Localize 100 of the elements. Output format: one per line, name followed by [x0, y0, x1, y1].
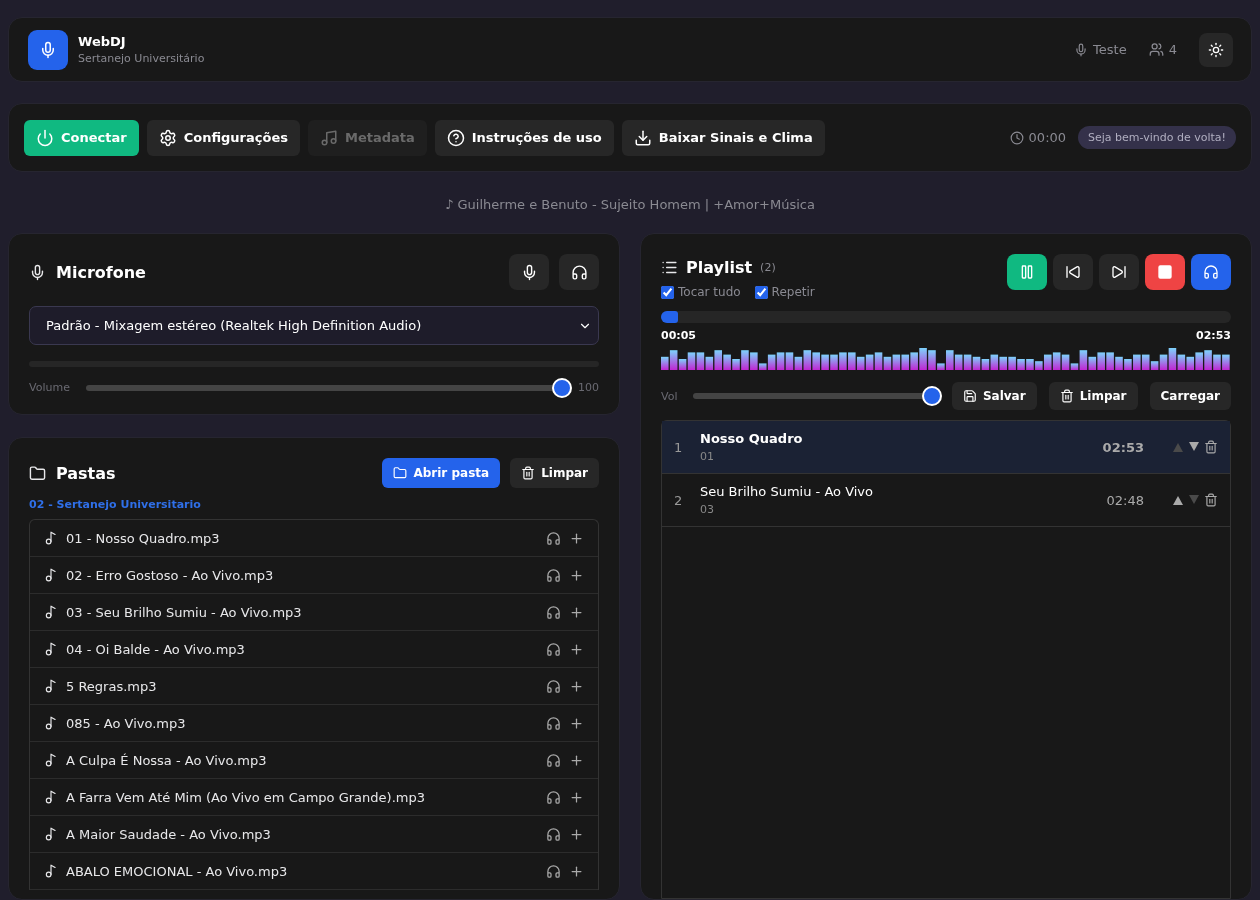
add-icon[interactable]: [569, 641, 584, 657]
open-folder-button[interactable]: Abrir pasta: [382, 458, 501, 488]
app-title: WebDJ: [78, 34, 127, 49]
file-row[interactable]: 01 - Nosso Quadro.mp3: [30, 520, 598, 557]
save-icon: [962, 389, 977, 403]
download-icon: [633, 128, 652, 147]
headphones-icon[interactable]: [546, 863, 561, 879]
theme-toggle-button[interactable]: [1199, 32, 1233, 67]
repeat-checkbox[interactable]: [754, 285, 768, 299]
move-down-button[interactable]: [1188, 441, 1200, 453]
load-button[interactable]: Carregar: [1149, 382, 1231, 410]
music-note-icon: [44, 679, 58, 693]
add-icon[interactable]: [569, 530, 584, 546]
headphones-button[interactable]: [1191, 254, 1231, 290]
track-row[interactable]: 1 Nosso Quadro 01 02:53: [662, 421, 1230, 474]
mic-icon: [29, 263, 46, 281]
headphones-icon[interactable]: [546, 530, 561, 546]
track-row[interactable]: 2 Seu Brilho Sumiu - Ao Vivo 03 02:48: [662, 474, 1230, 527]
clear-button[interactable]: Limpar: [1048, 382, 1138, 410]
mic-button[interactable]: [509, 254, 549, 290]
file-name: A Maior Saudade - Ao Vivo.mp3: [66, 826, 272, 842]
file-row[interactable]: ABALO EMOCIONAL - Ao Vivo.mp3: [30, 853, 598, 890]
add-icon[interactable]: [569, 752, 584, 768]
save-button[interactable]: Salvar: [951, 382, 1037, 410]
add-icon[interactable]: [569, 604, 584, 620]
checkbox-label: Tocar tudo: [678, 285, 741, 299]
power-icon: [36, 128, 54, 147]
timer: 00:00: [1028, 130, 1067, 145]
file-row[interactable]: 085 - Ao Vivo.mp3: [30, 705, 598, 742]
headphones-icon[interactable]: [546, 752, 561, 768]
delete-icon[interactable]: [1204, 440, 1218, 454]
volume-slider-thumb[interactable]: [552, 377, 572, 398]
skip-back-icon: [1065, 264, 1081, 280]
folder-name: 02 - Sertanejo Universitario: [29, 498, 202, 511]
track-duration: 02:53: [1102, 439, 1144, 455]
mic-logo-icon: [28, 29, 68, 70]
file-name: 02 - Erro Gostoso - Ao Vivo.mp3: [66, 567, 275, 583]
clear-button[interactable]: Limpar: [510, 458, 599, 488]
headphones-icon[interactable]: [546, 604, 561, 620]
delete-icon[interactable]: [1204, 493, 1218, 507]
move-up-button[interactable]: [1172, 494, 1184, 506]
file-name: A Farra Vem Até Mim (Ao Vivo em Campo Grande).mp3: [66, 789, 426, 805]
toolbar-button[interactable]: Instruções de uso: [434, 119, 614, 156]
file-row[interactable]: 04 - Oi Balde - Ao Vivo.mp3: [30, 631, 598, 668]
headphones-button[interactable]: [559, 254, 599, 290]
toolbar-button[interactable]: Baixar Sinais e Clima: [621, 119, 825, 156]
add-icon[interactable]: [569, 863, 584, 879]
file-row[interactable]: A Culpa É Nossa - Ao Vivo.mp3: [30, 742, 598, 779]
volume-value: 100: [578, 381, 599, 394]
checkbox-label: Repetir: [771, 285, 815, 299]
list-icon: [661, 259, 678, 276]
add-icon[interactable]: [569, 789, 584, 805]
add-icon[interactable]: [569, 715, 584, 731]
file-row[interactable]: 02 - Erro Gostoso - Ao Vivo.mp3: [30, 557, 598, 594]
stop-button[interactable]: [1145, 254, 1185, 290]
add-icon[interactable]: [569, 826, 584, 842]
previous-button[interactable]: [1053, 254, 1093, 290]
track-number: 1: [674, 439, 682, 455]
next-button[interactable]: [1099, 254, 1139, 290]
folder-icon: [393, 466, 408, 480]
progress-bar[interactable]: [661, 311, 1231, 323]
panel-title: Pastas: [56, 463, 116, 483]
headphones-icon[interactable]: [546, 789, 561, 805]
file-row[interactable]: 5 Regras.mp3: [30, 668, 598, 705]
mic-label: Teste: [1093, 42, 1127, 57]
track-subtitle: 01: [700, 450, 715, 463]
add-icon[interactable]: [569, 567, 584, 583]
folder-icon: [29, 464, 46, 482]
music-note-icon: [44, 716, 58, 730]
headphones-icon: [1203, 264, 1219, 280]
music-note-icon: [44, 531, 58, 545]
panel-title: Microfone: [56, 262, 146, 282]
file-row[interactable]: 03 - Seu Brilho Sumiu - Ao Vivo.mp3: [30, 594, 598, 631]
headphones-icon[interactable]: [546, 678, 561, 694]
headphones-icon[interactable]: [546, 641, 561, 657]
headphones-icon[interactable]: [546, 567, 561, 583]
file-name: 04 - Oi Balde - Ao Vivo.mp3: [66, 641, 246, 657]
music-note-icon: [44, 605, 58, 619]
file-name: 5 Regras.mp3: [66, 678, 158, 694]
now-playing-text: ♪ Guilherme e Benuto - Sujeito Homem | +Amor+Música: [444, 197, 816, 212]
headphones-icon[interactable]: [546, 715, 561, 731]
file-row[interactable]: A Farra Vem Até Mim (Ao Vivo em Campo Grande).mp3: [30, 779, 598, 816]
toolbar-button[interactable]: Configurações: [146, 119, 300, 156]
add-icon[interactable]: [569, 678, 584, 694]
file-row[interactable]: A Maior Saudade - Ao Vivo.mp3: [30, 816, 598, 853]
pause-button[interactable]: [1007, 254, 1047, 290]
music-note-icon: [44, 790, 58, 804]
stop-icon: [1157, 264, 1173, 280]
headphones-icon[interactable]: [546, 826, 561, 842]
volume-slider-thumb[interactable]: [921, 386, 942, 406]
track-number: 2: [674, 492, 682, 508]
welcome-badge: Seja bem-vindo de volta!: [1078, 126, 1236, 149]
gear-icon: [158, 128, 177, 147]
music-note-icon: [44, 864, 58, 878]
play-all-checkbox[interactable]: [661, 285, 674, 299]
clock-icon: [1009, 130, 1024, 145]
device-select[interactable]: Padrão - Mixagem estéreo (Realtek High Definition Audio): [29, 306, 599, 345]
mic-icon: [1074, 42, 1089, 57]
file-name: ABALO EMOCIONAL - Ao Vivo.mp3: [66, 863, 289, 879]
music-icon: [319, 128, 338, 147]
